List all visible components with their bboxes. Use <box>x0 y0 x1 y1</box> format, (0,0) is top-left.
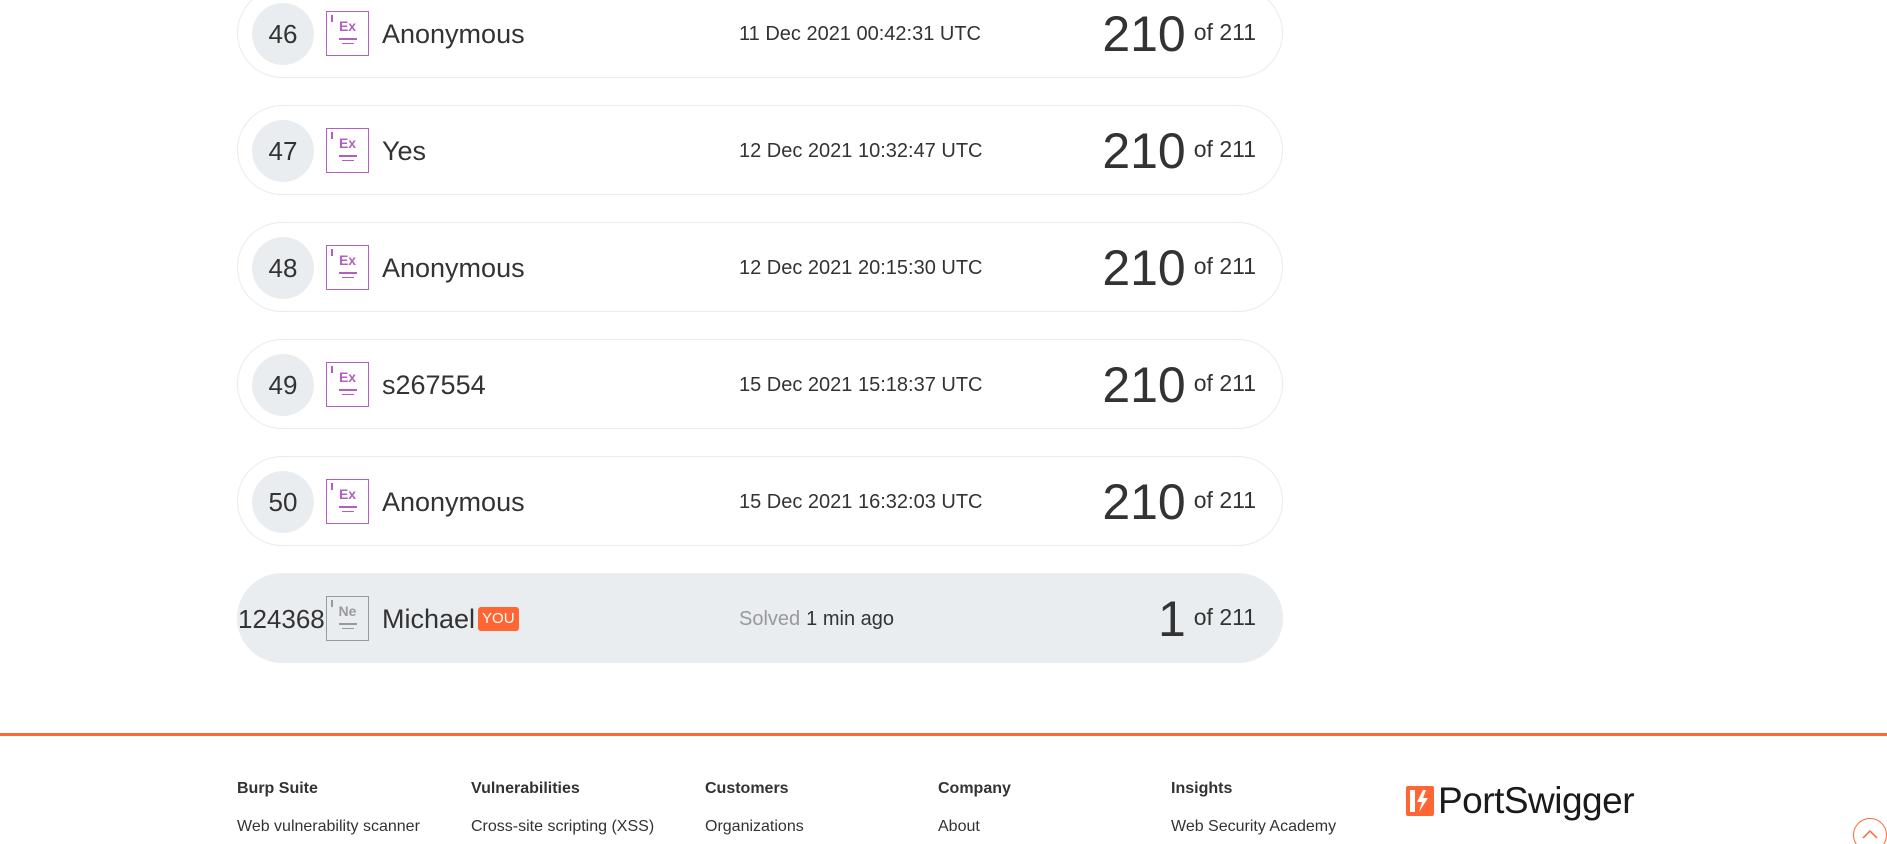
rank-number: 47 <box>252 120 314 182</box>
badge-label: Ex <box>338 135 357 151</box>
footer-heading: Insights <box>1171 780 1233 797</box>
footer-column-customers: Customers Organizations <box>705 780 804 836</box>
leaderboard-row: 49 Ex s267554 15 Dec 2021 15:18:37 UTC 2… <box>237 339 1283 429</box>
user-name: Michael YOU <box>382 574 519 664</box>
rank-number: 50 <box>252 471 314 533</box>
leaderboard-row: 50 Ex Anonymous 15 Dec 2021 16:32:03 UTC… <box>237 456 1283 546</box>
expert-badge-icon: Ex <box>326 479 369 524</box>
expert-badge-icon: Ex <box>326 11 369 56</box>
rank-number: 46 <box>252 3 314 65</box>
user-name: Anonymous <box>382 18 525 49</box>
footer-column-insights: Insights Web Security Academy <box>1171 780 1336 836</box>
score: 1 of 211 <box>1158 574 1256 664</box>
solved-relative-time: 1 min ago <box>806 607 894 630</box>
score: 210 of 211 <box>1102 457 1256 547</box>
score-value: 210 <box>1102 240 1186 296</box>
leaderboard: 46 Ex Anonymous 11 Dec 2021 00:42:31 UTC… <box>237 0 1283 690</box>
leaderboard-row: 48 Ex Anonymous 12 Dec 2021 20:15:30 UTC… <box>237 222 1283 312</box>
solved-date: 12 Dec 2021 10:32:47 UTC <box>739 139 983 162</box>
footer-link[interactable]: About <box>938 818 1011 836</box>
solved-date: 15 Dec 2021 15:18:37 UTC <box>739 373 983 396</box>
footer-link[interactable]: Cross-site scripting (XSS) <box>471 818 654 836</box>
rank-number: 48 <box>252 237 314 299</box>
scroll-to-top-button[interactable] <box>1853 818 1887 844</box>
badge-label: Ex <box>338 18 357 34</box>
user-name: Anonymous <box>382 486 525 517</box>
current-user-row: 124368 Ne Michael YOU Solved 1 min ago 1… <box>237 573 1283 663</box>
solved-date: 11 Dec 2021 00:42:31 UTC <box>739 22 982 45</box>
solved-date: 15 Dec 2021 16:32:03 UTC <box>739 490 983 513</box>
footer-heading: Vulnerabilities <box>471 780 580 797</box>
badge-label: Ex <box>338 369 357 385</box>
footer-divider <box>0 733 1887 736</box>
newcomer-badge-icon: Ne <box>326 596 369 641</box>
leaderboard-row: 46 Ex Anonymous 11 Dec 2021 00:42:31 UTC… <box>237 0 1283 78</box>
score-value: 210 <box>1102 123 1186 179</box>
footer-heading: Burp Suite <box>237 780 318 797</box>
badge-label: Ne <box>338 603 357 619</box>
score-total: of 211 <box>1193 135 1256 162</box>
solved-date: 12 Dec 2021 20:15:30 UTC <box>739 256 983 279</box>
user-name: Yes <box>382 135 427 166</box>
rank-number: 124368 <box>238 603 325 634</box>
you-badge: YOU <box>478 607 519 631</box>
expert-badge-icon: Ex <box>326 362 369 407</box>
rank-number: 49 <box>252 354 314 416</box>
score: 210 of 211 <box>1102 223 1256 313</box>
user-name: s267554 <box>382 369 486 400</box>
score-total: of 211 <box>1193 18 1256 45</box>
user-name-text: Michael <box>382 603 476 634</box>
score-total: of 211 <box>1193 369 1256 396</box>
user-name: Anonymous <box>382 252 525 283</box>
expert-badge-icon: Ex <box>326 245 369 290</box>
footer-link[interactable]: Web vulnerability scanner <box>237 818 420 836</box>
footer-link[interactable]: Organizations <box>705 818 804 836</box>
logo-text: PortSwigger <box>1438 780 1635 821</box>
footer-heading: Company <box>938 780 1011 797</box>
chevron-up-icon <box>1862 829 1878 839</box>
solved-time: Solved 1 min ago <box>739 574 894 664</box>
score-value: 1 <box>1157 591 1186 647</box>
score-total: of 211 <box>1193 603 1256 630</box>
score-value: 210 <box>1102 6 1186 62</box>
badge-label: Ex <box>338 486 357 502</box>
score-value: 210 <box>1102 357 1186 413</box>
footer-column-vulnerabilities: Vulnerabilities Cross-site scripting (XS… <box>471 780 654 836</box>
portswigger-bolt-icon <box>1406 786 1434 816</box>
footer-link[interactable]: Web Security Academy <box>1171 818 1336 836</box>
portswigger-logo[interactable]: PortSwigger <box>1406 780 1635 822</box>
footer-heading: Customers <box>705 780 789 797</box>
score-total: of 211 <box>1193 486 1256 513</box>
score: 210 of 211 <box>1102 106 1256 196</box>
footer-column-company: Company About <box>938 780 1011 836</box>
footer-column-burp-suite: Burp Suite Web vulnerability scanner <box>237 780 420 836</box>
leaderboard-row: 47 Ex Yes 12 Dec 2021 10:32:47 UTC 210 of… <box>237 105 1283 195</box>
score-total: of 211 <box>1193 252 1256 279</box>
score: 210 of 211 <box>1102 340 1256 430</box>
expert-badge-icon: Ex <box>326 128 369 173</box>
badge-label: Ex <box>338 252 357 268</box>
score: 210 of 211 <box>1102 0 1256 79</box>
score-value: 210 <box>1102 474 1186 530</box>
solved-label: Solved <box>739 607 801 630</box>
